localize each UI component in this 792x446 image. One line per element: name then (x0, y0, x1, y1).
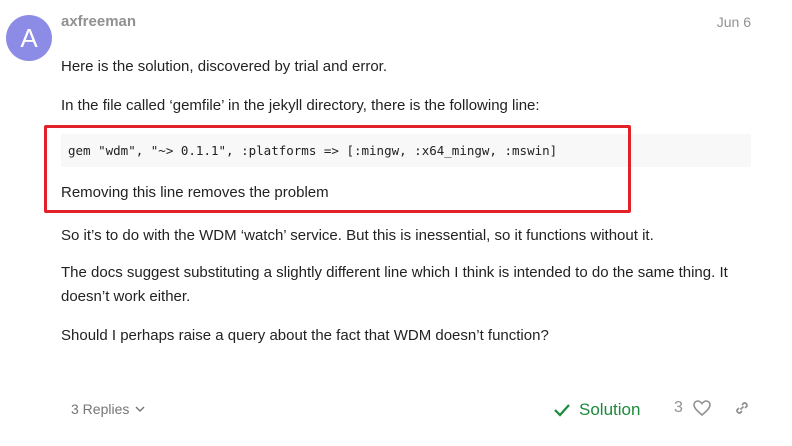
post-date[interactable]: Jun 6 (717, 14, 751, 30)
check-icon (554, 404, 570, 417)
avatar[interactable]: A (6, 15, 52, 61)
post-paragraph-1: Here is the solution, discovered by tria… (61, 58, 387, 75)
replies-button[interactable]: 3 Replies (71, 401, 146, 417)
replies-label: 3 Replies (71, 401, 130, 417)
post-paragraph-5: The docs suggest substituting a slightly… (61, 264, 728, 305)
heart-icon[interactable] (692, 399, 712, 417)
solution-button[interactable]: Solution (553, 400, 640, 420)
chevron-down-icon (135, 406, 145, 412)
red-highlight-box (44, 125, 631, 213)
post-paragraph-6: Should I perhaps raise a query about the… (61, 327, 549, 344)
link-icon[interactable] (733, 399, 751, 417)
solution-label: Solution (579, 400, 641, 419)
like-count[interactable]: 3 (674, 399, 683, 417)
post-paragraph-2: In the file called ‘gemfile’ in the jeky… (61, 97, 540, 114)
post-paragraph-4: So it’s to do with the WDM ‘watch’ servi… (61, 227, 654, 244)
avatar-letter: A (20, 22, 38, 53)
username[interactable]: axfreeman (61, 13, 136, 30)
